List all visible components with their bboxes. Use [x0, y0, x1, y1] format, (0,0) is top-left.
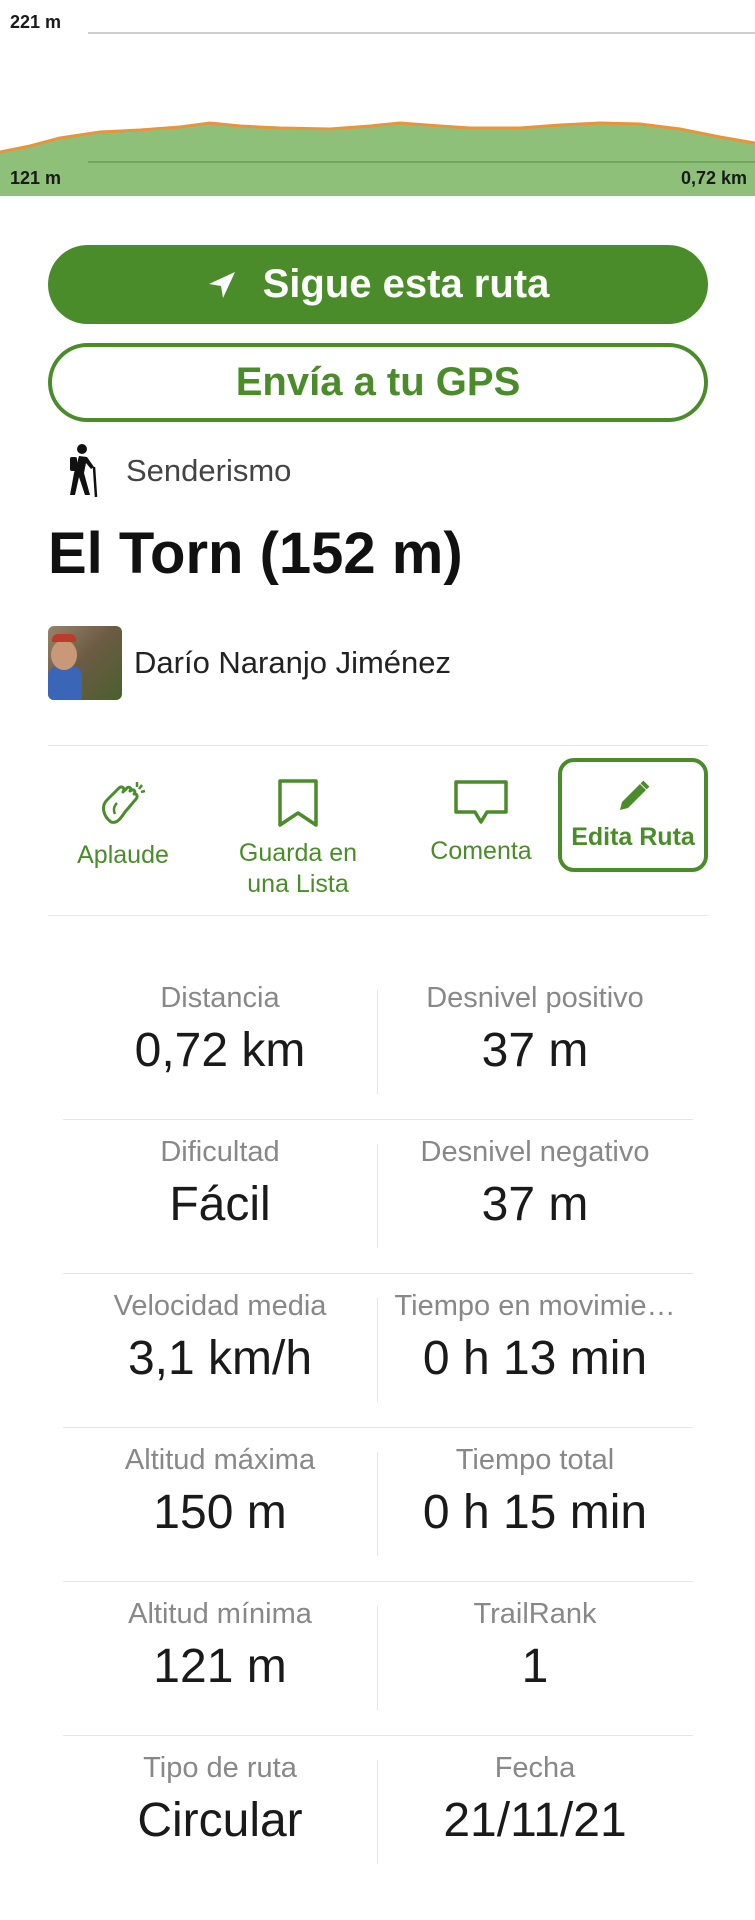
stat-value: 0 h 15 min: [422, 1486, 648, 1539]
save-to-list-label-line2: una Lista: [247, 870, 349, 898]
activity-type: Senderismo: [60, 443, 291, 499]
edit-route-button[interactable]: Edita Ruta: [558, 758, 708, 872]
stat-difficulty: Dificultad Fácil: [63, 1120, 377, 1232]
activity-type-label: Senderismo: [126, 453, 292, 488]
stats-row: Altitud máxima 150 m Tiempo total 0 h 15…: [63, 1428, 693, 1582]
stats-row: Dificultad Fácil Desnivel negativo 37 m: [63, 1120, 693, 1274]
stat-value: 37 m: [481, 1178, 589, 1231]
stat-value: Circular: [137, 1794, 303, 1847]
save-to-list-button[interactable]: Guarda en una Lista: [223, 758, 373, 908]
comment-icon: [454, 780, 508, 824]
applaud-button[interactable]: Aplaude: [48, 758, 198, 908]
follow-route-button[interactable]: Sigue esta ruta: [48, 245, 708, 324]
stat-label: Tiempo en movimie…: [394, 1290, 676, 1322]
stat-value: 121 m: [153, 1640, 287, 1693]
stat-label: Tiempo total: [455, 1444, 615, 1476]
stat-value: 0 h 13 min: [422, 1332, 648, 1385]
route-detail-page: 221 m 121 m 0,72 km Sigue esta ruta Enví…: [0, 0, 755, 1920]
pencil-icon: [620, 780, 650, 810]
stat-label: Velocidad media: [113, 1290, 327, 1322]
stats-row: Velocidad media 3,1 km/h Tiempo en movim…: [63, 1274, 693, 1428]
stat-label: Tipo de ruta: [143, 1752, 297, 1784]
stat-value: Fácil: [169, 1178, 271, 1231]
elevation-profile[interactable]: 221 m 121 m 0,72 km: [0, 0, 755, 196]
author-name[interactable]: Darío Naranjo Jiménez: [134, 645, 451, 681]
stat-label: Distancia: [160, 982, 280, 1014]
avatar[interactable]: [48, 626, 122, 700]
stat-value: 21/11/21: [443, 1794, 627, 1847]
follow-route-label: Sigue esta ruta: [262, 262, 550, 306]
stat-route-type: Tipo de ruta Circular: [63, 1736, 377, 1848]
route-stats: Distancia 0,72 km Desnivel positivo 37 m…: [63, 966, 693, 1889]
stat-label: Fecha: [494, 1752, 576, 1784]
stat-label: Altitud máxima: [124, 1444, 316, 1476]
send-to-gps-button[interactable]: Envía a tu GPS: [48, 343, 708, 422]
stat-elevation-loss: Desnivel negativo 37 m: [378, 1120, 692, 1232]
stat-value: 37 m: [481, 1024, 589, 1077]
navigation-arrow-icon: [208, 271, 235, 298]
clap-icon: [102, 782, 146, 824]
stat-value: 3,1 km/h: [127, 1332, 313, 1385]
stat-distance: Distancia 0,72 km: [63, 966, 377, 1078]
stat-value: 150 m: [153, 1486, 287, 1539]
route-title: El Torn (152 m): [48, 521, 463, 586]
stats-row: Tipo de ruta Circular Fecha 21/11/21: [63, 1736, 693, 1889]
save-to-list-label-line1: Guarda en: [238, 839, 358, 867]
hiker-icon: [70, 444, 98, 498]
bookmark-icon: [278, 779, 318, 827]
stat-label: Desnivel positivo: [426, 982, 644, 1014]
divider: [48, 915, 708, 916]
stat-value: 1: [521, 1640, 549, 1693]
stat-trailrank: TrailRank 1: [378, 1582, 692, 1694]
stat-value: 0,72 km: [134, 1024, 306, 1077]
stat-max-altitude: Altitud máxima 150 m: [63, 1428, 377, 1540]
comment-button[interactable]: Comenta: [406, 758, 556, 908]
action-bar: Aplaude Guarda en una Lista Comenta Edit…: [48, 758, 708, 908]
stat-elevation-gain: Desnivel positivo 37 m: [378, 966, 692, 1078]
elevation-chart: [0, 32, 755, 196]
edit-route-label: Edita Ruta: [571, 823, 695, 851]
stat-date: Fecha 21/11/21: [378, 1736, 692, 1848]
elevation-max-label: 221 m: [10, 12, 62, 32]
author[interactable]: Darío Naranjo Jiménez: [48, 626, 451, 700]
elevation-min-label: 121 m: [10, 168, 62, 188]
stat-moving-time: Tiempo en movimie… 0 h 13 min: [378, 1274, 692, 1386]
comment-label: Comenta: [430, 837, 532, 865]
elevation-area: [0, 123, 755, 196]
stat-min-altitude: Altitud mínima 121 m: [63, 1582, 377, 1694]
stats-row: Distancia 0,72 km Desnivel positivo 37 m: [63, 966, 693, 1120]
stat-label: TrailRank: [473, 1598, 597, 1630]
stat-label: Desnivel negativo: [420, 1136, 650, 1168]
divider: [48, 745, 708, 746]
applaud-label: Aplaude: [77, 841, 169, 869]
stats-row: Altitud mínima 121 m TrailRank 1: [63, 1582, 693, 1736]
stat-average-speed: Velocidad media 3,1 km/h: [63, 1274, 377, 1386]
send-to-gps-label: Envía a tu GPS: [235, 360, 521, 404]
distance-axis-label: 0,72 km: [680, 168, 747, 188]
stat-total-time: Tiempo total 0 h 15 min: [378, 1428, 692, 1540]
stat-label: Dificultad: [160, 1136, 280, 1168]
stat-label: Altitud mínima: [128, 1598, 312, 1630]
